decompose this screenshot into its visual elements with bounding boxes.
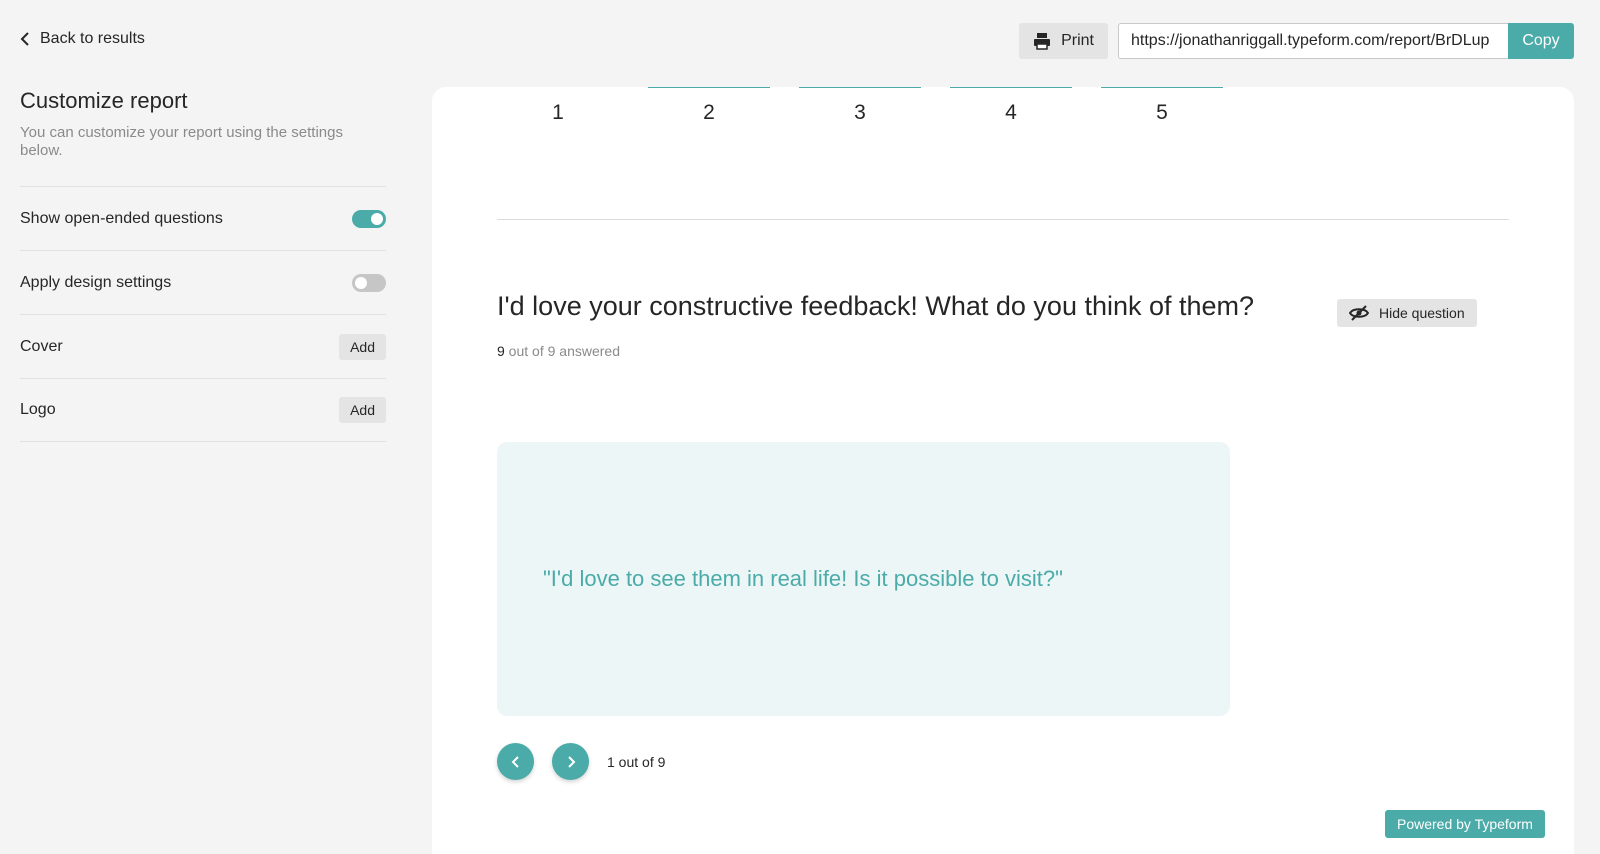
pager-label: 1 out of 9 <box>607 753 666 770</box>
toggle-knob <box>371 212 383 225</box>
scale-item: 3 <box>799 87 921 125</box>
scale-item: 5 <box>1101 87 1223 125</box>
answered-number: 9 <box>497 343 505 359</box>
powered-by-typeform-badge[interactable]: Powered by Typeform <box>1385 810 1545 838</box>
scale-label: 4 <box>1005 101 1017 124</box>
setting-label: Cover <box>20 337 63 355</box>
answer-pager: 1 out of 9 <box>497 743 665 780</box>
print-button[interactable]: Print <box>1019 23 1108 59</box>
section-divider <box>497 219 1509 220</box>
copy-button[interactable]: Copy <box>1508 23 1574 59</box>
scale-label: 5 <box>1156 101 1168 124</box>
scale-bar <box>799 87 921 88</box>
chevron-left-icon <box>511 755 519 768</box>
show-open-ended-toggle[interactable] <box>352 209 386 228</box>
next-answer-button[interactable] <box>552 743 589 780</box>
report-card: 1 2 3 4 5 I'd love your constructive fee… <box>432 87 1574 854</box>
back-to-results-link[interactable]: Back to results <box>20 30 145 48</box>
scale-bar <box>497 87 619 88</box>
question-title: I'd love your constructive feedback! Wha… <box>497 291 1255 321</box>
rating-scale: 1 2 3 4 5 <box>497 87 1252 125</box>
setting-logo: Logo Add <box>20 378 386 442</box>
sidebar-subtitle: You can customize your report using the … <box>20 124 343 159</box>
add-cover-button[interactable]: Add <box>339 333 386 360</box>
share-toolbar: Print https://jonathanriggall.typeform.c… <box>1019 23 1574 59</box>
add-logo-button[interactable]: Add <box>339 397 386 423</box>
scale-label: 1 <box>552 101 564 124</box>
print-label: Print <box>1061 32 1094 49</box>
scale-bar <box>1101 87 1223 88</box>
back-label: Back to results <box>40 30 145 47</box>
apply-design-toggle[interactable] <box>352 273 386 292</box>
setting-show-open-ended: Show open-ended questions <box>20 186 386 250</box>
answered-count: 9 out of 9 answered <box>497 343 620 359</box>
previous-answer-button[interactable] <box>497 743 534 780</box>
setting-label: Apply design settings <box>20 273 172 291</box>
answer-card: "I'd love to see them in real life! Is i… <box>497 442 1230 716</box>
report-url-field[interactable]: https://jonathanriggall.typeform.com/rep… <box>1118 23 1508 59</box>
scale-label: 3 <box>854 101 866 124</box>
eye-slash-icon <box>1349 305 1369 321</box>
scale-item: 2 <box>648 87 770 125</box>
setting-label: Show open-ended questions <box>20 209 223 227</box>
setting-label: Logo <box>20 401 56 418</box>
setting-apply-design: Apply design settings <box>20 250 386 314</box>
hide-question-button[interactable]: Hide question <box>1337 299 1477 327</box>
answered-suffix: out of 9 answered <box>504 343 620 359</box>
setting-cover: Cover Add <box>20 314 386 378</box>
sidebar-title: Customize report <box>20 88 188 113</box>
chevron-left-icon <box>20 32 29 46</box>
customize-sidebar: Customize report You can customize your … <box>20 88 386 442</box>
hide-question-label: Hide question <box>1379 305 1465 321</box>
scale-item: 1 <box>497 87 619 125</box>
printer-icon <box>1034 33 1051 50</box>
toggle-knob <box>355 276 367 289</box>
answer-text: "I'd love to see them in real life! Is i… <box>543 566 1063 591</box>
scale-bar <box>648 87 770 88</box>
scale-label: 2 <box>703 101 715 124</box>
scale-bar <box>950 87 1072 88</box>
scale-item: 4 <box>950 87 1072 125</box>
chevron-right-icon <box>567 755 575 768</box>
